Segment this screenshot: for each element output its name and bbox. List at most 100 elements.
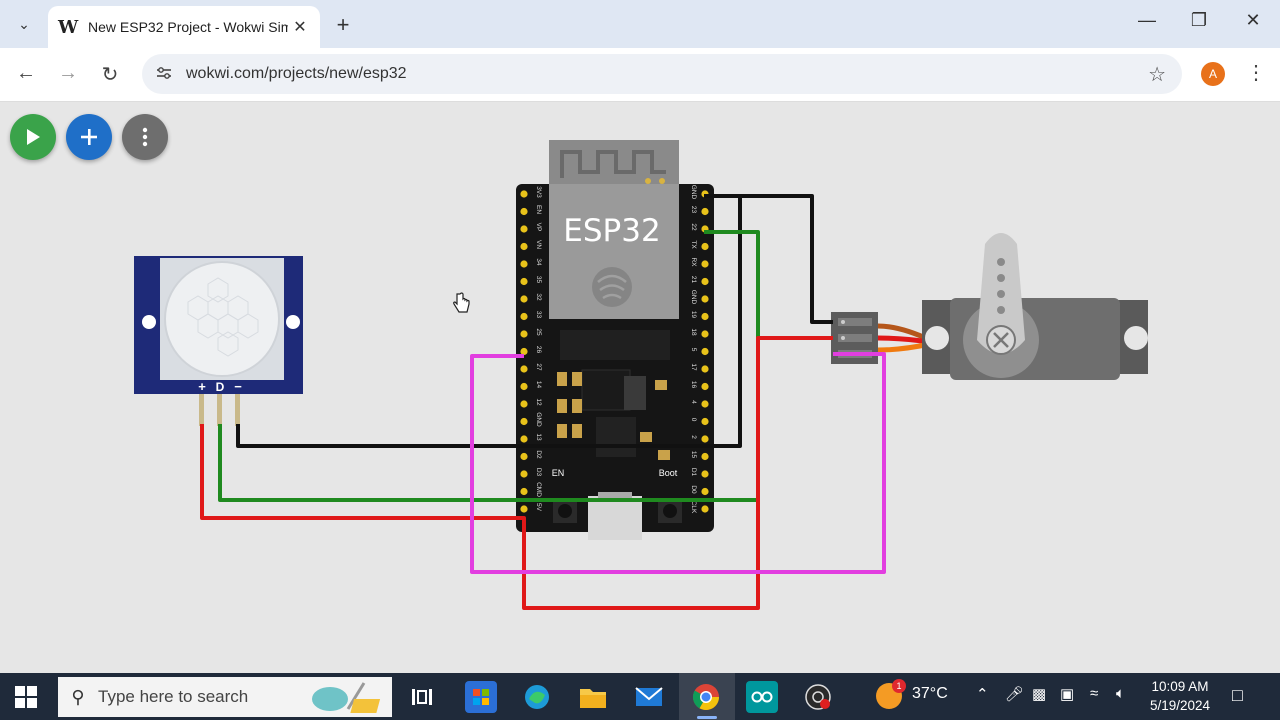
site-info-icon[interactable] bbox=[142, 66, 186, 83]
esp32-left-pin-label: 14 bbox=[535, 381, 542, 389]
esp32-left-pin-label: GND bbox=[535, 412, 542, 427]
show-hidden-icons-chevron-icon[interactable]: ⌃ bbox=[976, 685, 989, 703]
windows-start-icon[interactable] bbox=[14, 685, 38, 709]
url-text[interactable]: wokwi.com/projects/new/esp32 bbox=[186, 65, 407, 83]
esp32-left-pin[interactable] bbox=[520, 400, 528, 408]
esp32-left-pin[interactable] bbox=[520, 435, 528, 443]
esp32-right-pin[interactable] bbox=[701, 382, 709, 391]
esp32-right-pin-label: 4 bbox=[690, 400, 697, 404]
esp32-left-pin-label: VN bbox=[535, 240, 542, 249]
esp32-right-pin[interactable] bbox=[701, 365, 709, 373]
esp32-left-pin-label: 34 bbox=[535, 258, 542, 266]
esp32-right-pin-label: GND bbox=[690, 290, 697, 305]
esp32-left-pin[interactable] bbox=[520, 242, 528, 251]
bookmark-star-icon[interactable]: ☆ bbox=[1148, 62, 1166, 87]
pir-pin-d-label: D bbox=[216, 380, 225, 394]
esp32-right-pin[interactable] bbox=[701, 470, 709, 478]
new-tab-button[interactable]: + bbox=[330, 12, 356, 38]
microphone-icon[interactable]: 🎤︎ bbox=[1005, 685, 1024, 703]
esp32-left-pin[interactable] bbox=[520, 295, 528, 303]
tab-search-chevron-icon[interactable]: ⌄ bbox=[8, 8, 40, 40]
pir-pin-plus-label: + bbox=[198, 379, 206, 394]
notifications-icon[interactable]: □ bbox=[1232, 685, 1243, 706]
esp32-left-pin-label: 32 bbox=[535, 293, 542, 301]
wifi-icon[interactable]: ≈ bbox=[1090, 685, 1098, 702]
edge-browser-icon[interactable] bbox=[521, 681, 553, 713]
en-button-label: EN bbox=[552, 468, 565, 478]
servo-motor[interactable] bbox=[877, 233, 1148, 380]
reload-button[interactable]: ↻ bbox=[97, 62, 123, 87]
esp32-left-pin[interactable] bbox=[520, 312, 528, 321]
file-explorer-icon[interactable] bbox=[577, 681, 609, 713]
weather-icon[interactable]: 1 bbox=[876, 679, 906, 709]
esp32-left-pin-label: D3 bbox=[535, 468, 542, 477]
browser-tab[interactable]: W New ESP32 Project - Wokwi Sim ✕ bbox=[48, 6, 320, 48]
esp32-right-pin[interactable] bbox=[701, 207, 709, 216]
address-bar[interactable]: wokwi.com/projects/new/esp32 ☆ bbox=[142, 54, 1182, 94]
esp32-label: ESP32 bbox=[563, 213, 660, 249]
esp32-right-pin[interactable] bbox=[701, 260, 709, 268]
esp32-left-pin-label: 27 bbox=[535, 363, 542, 371]
esp32-left-pin[interactable] bbox=[520, 382, 528, 391]
volume-icon[interactable]: 🔈︎ bbox=[1116, 685, 1125, 702]
pir-motion-sensor[interactable]: + D − bbox=[134, 256, 303, 426]
esp32-right-pin[interactable] bbox=[701, 242, 709, 251]
esp32-right-pin[interactable] bbox=[701, 505, 709, 513]
esp32-right-pin-label: 0 bbox=[690, 418, 697, 422]
esp32-left-pin[interactable] bbox=[520, 190, 528, 198]
tab-close-icon[interactable]: ✕ bbox=[290, 17, 310, 37]
meet-now-icon[interactable]: ▩ bbox=[1032, 685, 1046, 703]
esp32-left-pin[interactable] bbox=[520, 260, 528, 268]
esp32-right-pin[interactable] bbox=[701, 487, 709, 496]
esp32-right-pin[interactable] bbox=[701, 347, 709, 356]
browser-toolbar: ← → ↻ wokwi.com/projects/new/esp32 ☆ A ⋮ bbox=[0, 48, 1280, 102]
esp32-right-pin[interactable] bbox=[701, 312, 709, 321]
esp32-right-pin[interactable] bbox=[701, 295, 709, 303]
esp32-left-pin[interactable] bbox=[520, 207, 528, 216]
forward-button[interactable]: → bbox=[55, 62, 81, 85]
windows-taskbar: ⚲ Type here to search 1 37°C ⌃ 🎤︎ ▩ ▣ ≈ … bbox=[0, 673, 1280, 720]
simulation-canvas[interactable]: + D − ESP32 EN Boot 3V3 EN VP VN 34 35 3… bbox=[0, 102, 1280, 673]
mail-icon[interactable] bbox=[633, 681, 665, 713]
esp32-right-pin[interactable] bbox=[701, 400, 709, 408]
esp32-right-pin[interactable] bbox=[701, 452, 709, 461]
esp32-left-pin[interactable] bbox=[520, 225, 528, 233]
esp32-right-pin[interactable] bbox=[701, 330, 709, 338]
weather-temperature[interactable]: 37°C bbox=[912, 685, 948, 703]
back-button[interactable]: ← bbox=[13, 62, 39, 85]
window-minimize-button[interactable]: — bbox=[1132, 10, 1162, 31]
battery-icon[interactable]: ▣ bbox=[1060, 685, 1074, 703]
boot-button-label: Boot bbox=[659, 468, 678, 478]
servo-connector bbox=[831, 312, 878, 364]
obs-recorder-icon[interactable] bbox=[802, 681, 834, 713]
esp32-right-pin-label: 5 bbox=[690, 348, 697, 352]
esp32-left-pin[interactable] bbox=[520, 452, 528, 461]
esp32-left-pin[interactable] bbox=[520, 417, 528, 426]
esp32-devkit-board[interactable]: ESP32 EN Boot 3V3ENVPVN34353233252627141… bbox=[516, 140, 714, 540]
esp32-left-pin[interactable] bbox=[520, 330, 528, 338]
esp32-right-pin-label: 15 bbox=[690, 451, 697, 459]
esp32-right-pin-label: CLK bbox=[690, 501, 697, 514]
esp32-left-pin-label: 35 bbox=[535, 276, 542, 284]
esp32-left-pin[interactable] bbox=[520, 365, 528, 373]
chrome-browser-icon[interactable] bbox=[690, 681, 722, 713]
esp32-left-pin[interactable] bbox=[520, 277, 528, 286]
window-restore-button[interactable]: ❐ bbox=[1184, 10, 1214, 31]
microsoft-store-icon[interactable] bbox=[465, 681, 497, 713]
profile-avatar[interactable]: A bbox=[1201, 62, 1225, 86]
esp32-left-pin[interactable] bbox=[520, 505, 528, 513]
esp32-right-pin[interactable] bbox=[701, 435, 709, 443]
esp32-left-pin[interactable] bbox=[520, 470, 528, 478]
arduino-ide-icon[interactable] bbox=[746, 681, 778, 713]
browser-menu-icon[interactable]: ⋮ bbox=[1246, 60, 1266, 85]
esp32-left-pin-label: 33 bbox=[535, 311, 542, 319]
esp32-right-pin[interactable] bbox=[701, 417, 709, 426]
esp32-right-pin[interactable] bbox=[701, 277, 709, 286]
window-close-button[interactable]: ✕ bbox=[1238, 10, 1268, 31]
taskbar-search-box[interactable]: ⚲ Type here to search bbox=[58, 677, 392, 717]
esp32-left-pin[interactable] bbox=[520, 487, 528, 496]
search-icon: ⚲ bbox=[71, 686, 85, 707]
system-clock[interactable]: 10:09 AM 5/19/2024 bbox=[1140, 677, 1220, 715]
task-view-icon[interactable] bbox=[406, 681, 438, 713]
wire-black-gnd bbox=[704, 194, 833, 324]
